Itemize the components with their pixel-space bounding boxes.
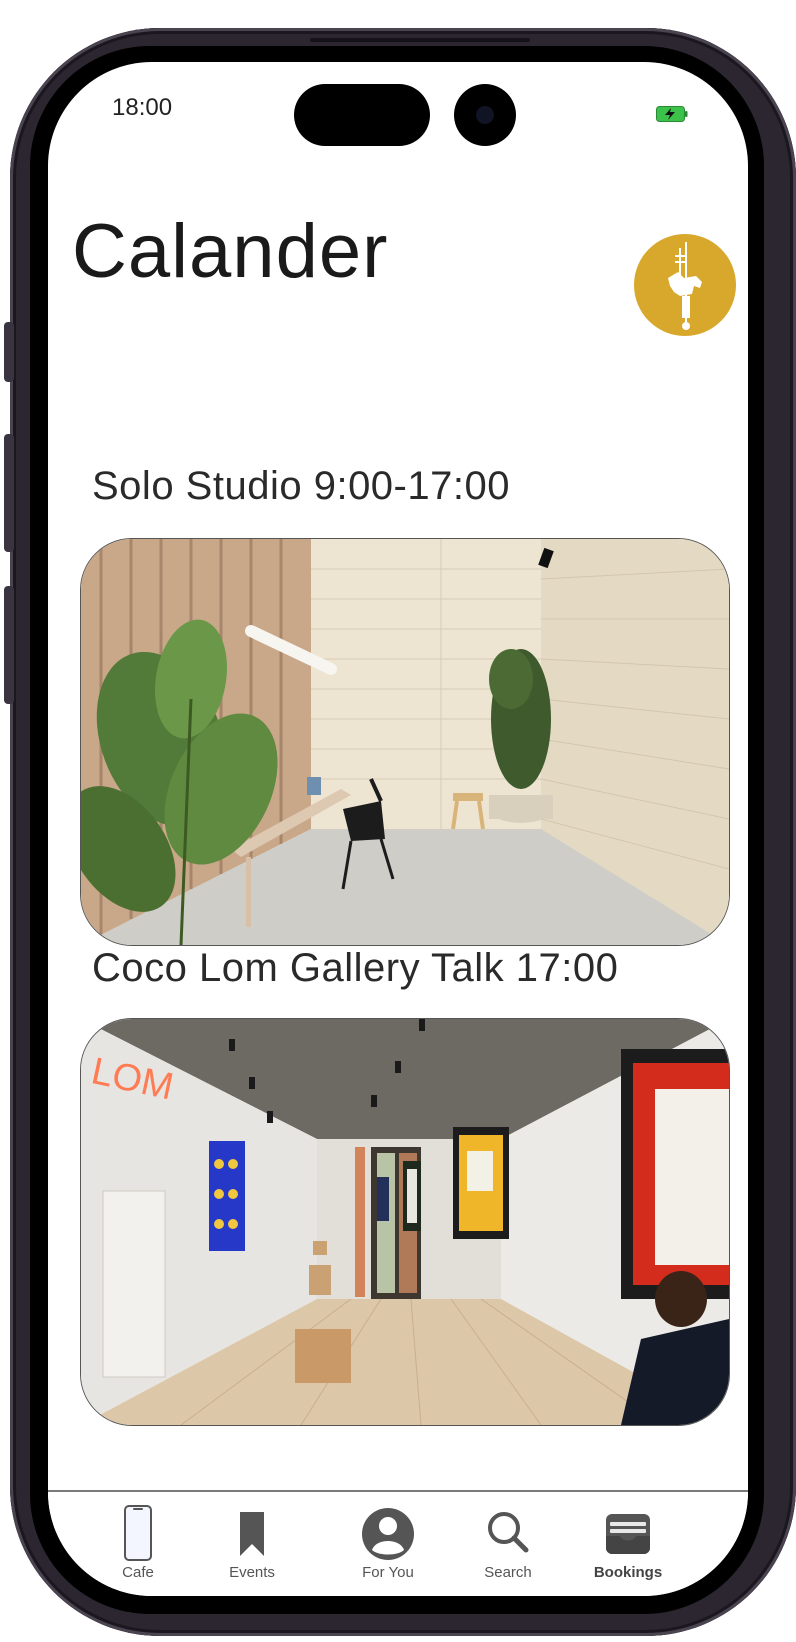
event-title-solo-studio: Solo Studio 9:00-17:00 xyxy=(92,464,510,508)
tab-bookings[interactable]: Bookings xyxy=(578,1504,678,1588)
status-time: 18:00 xyxy=(112,94,173,121)
tab-label-bookings: Bookings xyxy=(593,1564,663,1581)
gallery-photo: LOM xyxy=(81,1019,729,1425)
search-icon xyxy=(488,1512,529,1553)
tab-label-events: Events xyxy=(229,1564,275,1581)
tab-label-cafe: Cafe xyxy=(122,1564,154,1581)
tab-for-you[interactable]: For You xyxy=(338,1504,438,1588)
device-stage: 18:00 Calander Solo Studio 9:00-17:00 Co… xyxy=(0,0,796,1642)
bottom-tab-bar: Cafe Events For You Search Bookings xyxy=(48,1490,748,1596)
page-title: Calander xyxy=(72,209,389,294)
screen: 18:00 Calander Solo Studio 9:00-17:00 Co… xyxy=(48,62,748,1596)
profile-avatar[interactable] xyxy=(634,234,736,336)
phone-icon xyxy=(124,1505,152,1561)
person-icon xyxy=(362,1508,414,1560)
tab-cafe[interactable]: Cafe xyxy=(88,1504,188,1588)
side-button-action xyxy=(4,322,14,382)
bookmark-icon xyxy=(240,1512,264,1556)
studio-photo xyxy=(81,539,729,945)
tab-search[interactable]: Search xyxy=(458,1504,558,1588)
wallet-icon xyxy=(606,1514,650,1554)
side-button-volume-down xyxy=(4,586,14,704)
front-camera xyxy=(454,84,516,146)
battery-icon xyxy=(656,106,688,122)
event-image-gallery-talk[interactable]: LOM xyxy=(80,1018,730,1426)
event-image-solo-studio[interactable] xyxy=(80,538,730,946)
event-title-gallery-talk: Coco Lom Gallery Talk 17:00 xyxy=(92,946,619,990)
side-button-volume-up xyxy=(4,434,14,552)
tab-events[interactable]: Events xyxy=(202,1504,302,1588)
dynamic-island xyxy=(294,84,430,146)
carousel-horse-icon xyxy=(668,242,702,330)
phone-speaker-line xyxy=(310,38,530,42)
tab-label-search: Search xyxy=(484,1564,532,1581)
tab-label-for-you: For You xyxy=(362,1564,414,1581)
